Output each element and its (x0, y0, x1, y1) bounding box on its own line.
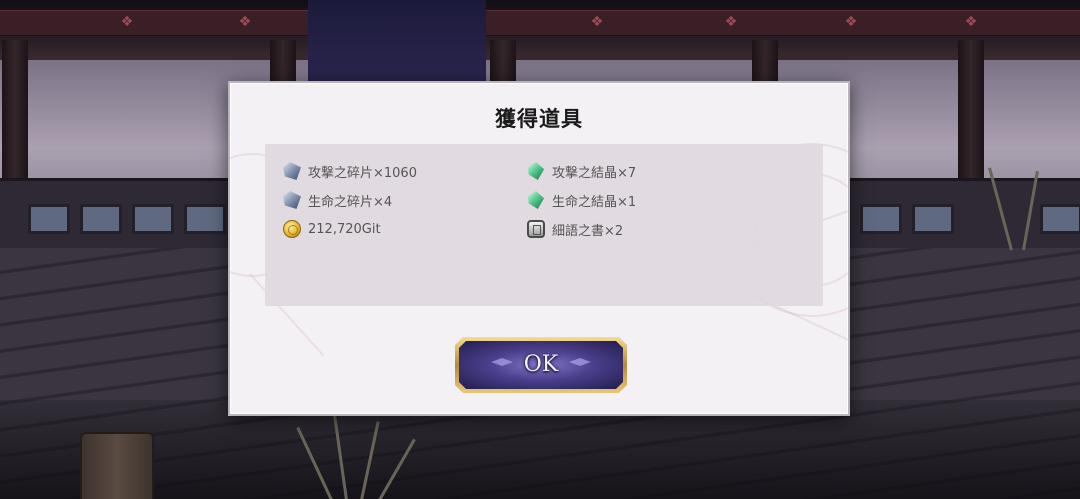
game-scene: ❖ ❖ ❖ ❖ ❖ ❖ 獲得道具 攻撃之碎片×1060 攻撃之結晶×7 生命之碎… (0, 0, 1080, 499)
railing-slot (184, 204, 226, 234)
background-center-column (308, 0, 486, 90)
ok-button[interactable]: OK (455, 337, 627, 393)
railing-slot (132, 204, 174, 234)
railing-slot (80, 204, 122, 234)
roof-ornament-icon: ❖ (120, 14, 134, 30)
list-item: 攻撃之結晶×7 (527, 160, 636, 182)
item-label: 生命之碎片×4 (308, 194, 393, 210)
dialog-title: 獲得道具 (495, 106, 583, 131)
railing-slot (912, 204, 954, 234)
life-crystal-icon (527, 191, 545, 209)
list-item: 生命之碎片×4 (283, 189, 392, 211)
item-label: 細語之書×2 (552, 223, 624, 239)
item-label: 攻撃之碎片×1060 (308, 165, 417, 181)
whisper-book-icon (527, 220, 545, 238)
list-item: 生命之結晶×1 (527, 189, 636, 211)
background-roof-band (0, 10, 1080, 36)
list-item: 212,720Git (283, 218, 381, 240)
item-label: 212,720Git (308, 221, 381, 237)
roof-ornament-icon: ❖ (964, 14, 978, 30)
ok-button-label: OK (523, 352, 559, 377)
item-label: 生命之結晶×1 (552, 194, 637, 210)
roof-ornament-icon: ❖ (844, 14, 858, 30)
attack-crystal-icon (527, 162, 545, 180)
item-list: 攻撃之碎片×1060 攻撃之結晶×7 生命之碎片×4 生命之結晶×1 212,7… (265, 144, 823, 306)
roof-ornament-icon: ❖ (590, 14, 604, 30)
life-shard-icon (283, 191, 301, 209)
roof-ornament-icon: ❖ (238, 14, 252, 30)
gold-coin-icon (283, 220, 301, 238)
railing-slot (28, 204, 70, 234)
list-item: 攻撃之碎片×1060 (283, 160, 417, 182)
railing-slot (1040, 204, 1080, 234)
wooden-bucket (80, 432, 154, 499)
item-label: 攻撃之結晶×7 (552, 165, 637, 181)
railing-slot (860, 204, 902, 234)
attack-shard-icon (283, 162, 301, 180)
item-acquired-dialog: 獲得道具 攻撃之碎片×1060 攻撃之結晶×7 生命之碎片×4 生命之結晶×1 … (228, 81, 850, 416)
list-item: 細語之書×2 (527, 218, 623, 240)
roof-ornament-icon: ❖ (724, 14, 738, 30)
